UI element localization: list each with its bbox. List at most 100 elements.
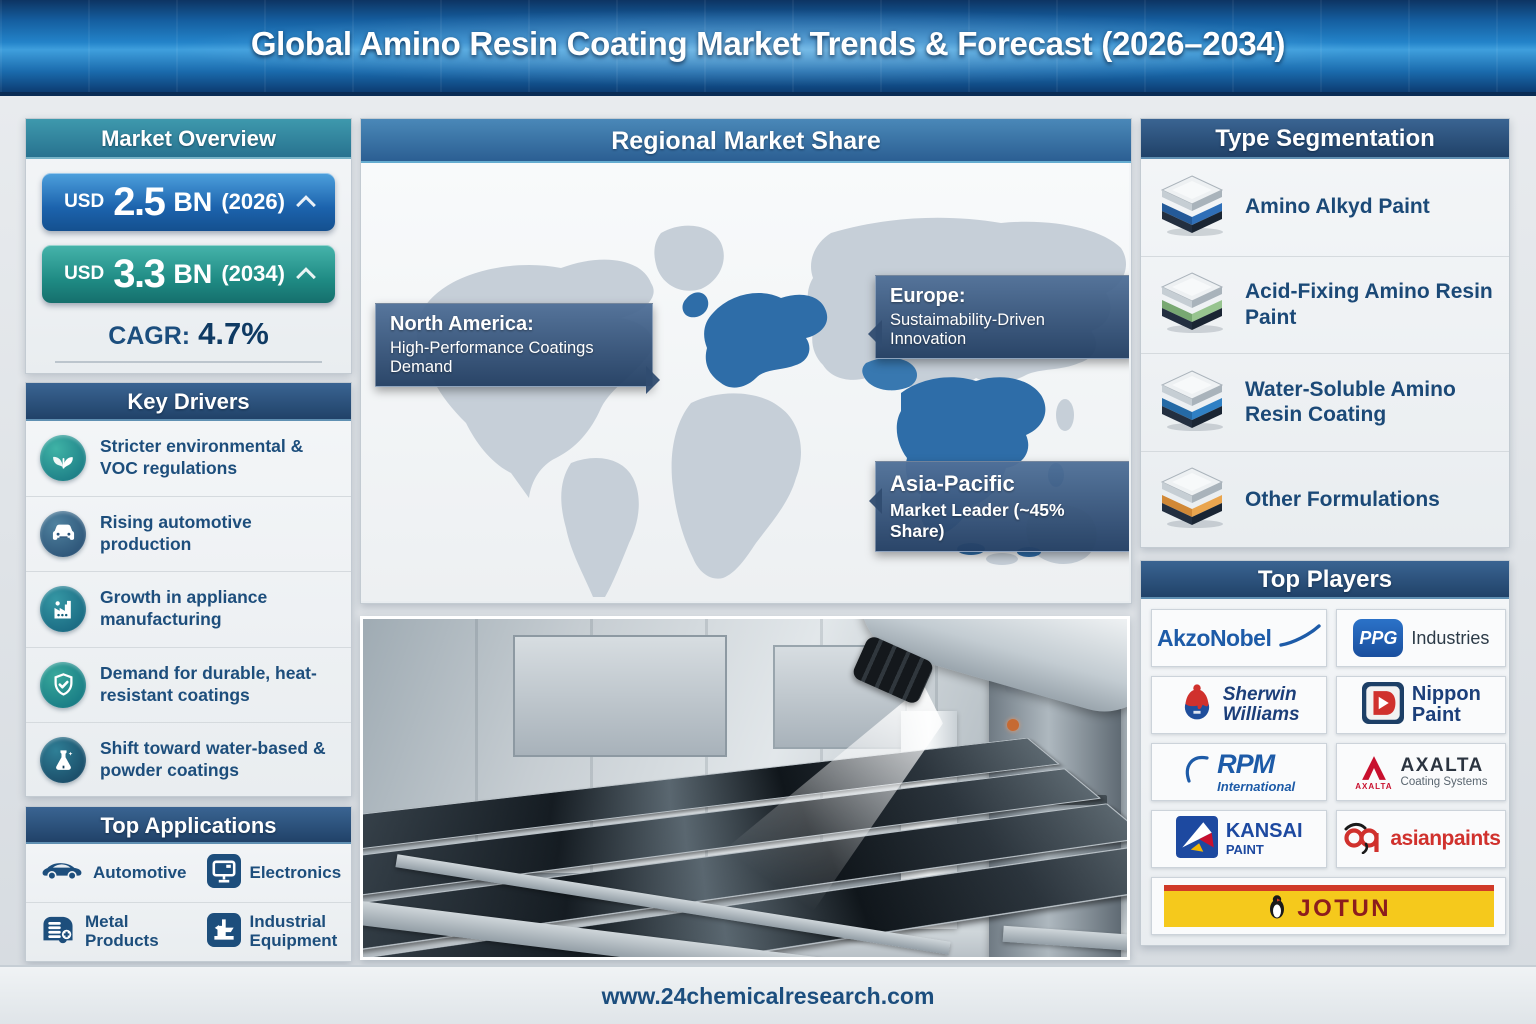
- axalta-logo-icon: AXALTA: [1355, 754, 1392, 791]
- player-name: Nippon: [1412, 684, 1481, 705]
- segment-label: Other Formulations: [1245, 487, 1440, 513]
- player-card-axalta: AXALTA AXALTA Coating Systems: [1336, 743, 1506, 801]
- player-name: KANSAI: [1226, 821, 1303, 842]
- player-card-kansai-paint: KANSAI PAINT: [1151, 810, 1327, 868]
- key-driver-item: Stricter environmental & VOC regulations: [26, 421, 351, 497]
- kansai-paint-logo-text: KANSAI PAINT: [1226, 821, 1303, 857]
- player-card-rpm: RPM International: [1151, 743, 1327, 801]
- segment-item: Water-Soluble Amino Resin Coating: [1141, 354, 1509, 452]
- year-label-2026: (2026): [221, 189, 285, 215]
- factory-icon: [40, 586, 86, 632]
- background-machine: [513, 635, 727, 757]
- market-overview-panel: Market Overview USD 2.5 BN (2026) USD 3.…: [25, 118, 352, 374]
- layer-stack-orange-icon: [1155, 466, 1229, 533]
- regional-heading: Regional Market Share: [361, 119, 1131, 163]
- segment-label: Acid-Fixing Amino Resin Paint: [1245, 279, 1495, 330]
- player-name-line2: Paint: [1412, 705, 1481, 726]
- key-driver-text: Rising automotive production: [100, 512, 337, 556]
- layer-stack-blue-icon: [1155, 174, 1229, 241]
- market-value-2026: 2.5: [113, 180, 164, 225]
- callout-text: Sustaimability-Driven Innovation: [890, 311, 1120, 349]
- segment-label: Amino Alkyd Paint: [1245, 194, 1430, 220]
- ppg-suffix: Industries: [1411, 628, 1489, 649]
- market-value-2026-button: USD 2.5 BN (2026): [42, 173, 335, 231]
- type-segmentation-panel: Type Segmentation Amino Alkyd Paint Acid…: [1140, 118, 1510, 548]
- footer-bar: www.24chemicalresearch.com: [0, 965, 1536, 1024]
- application-label: Metal Products: [85, 913, 187, 950]
- application-item: Electronics: [193, 844, 352, 903]
- player-name: AXALTA: [1401, 756, 1488, 777]
- player-card-jotun: JOTUN: [1151, 877, 1506, 935]
- rpm-logo-text: RPM International: [1217, 751, 1295, 794]
- player-card-asian-paints: asianpaints: [1336, 810, 1506, 868]
- segment-item: Amino Alkyd Paint: [1141, 159, 1509, 257]
- industrial-equipment-icon: [207, 913, 241, 952]
- cagr-label: CAGR:: [108, 322, 190, 350]
- application-label: Industrial Equipment: [250, 913, 346, 950]
- application-item: Automotive: [26, 844, 193, 903]
- monitor-icon: [207, 854, 241, 893]
- akzonobel-swoosh-icon: [1279, 623, 1321, 654]
- players-grid: AkzoNobel PPG Industries Sherwin William…: [1141, 599, 1509, 945]
- callout-region: Asia-Pacific: [890, 471, 1120, 497]
- key-driver-item: Rising automotive production: [26, 497, 351, 573]
- key-driver-item: Growth in appliance manufacturing: [26, 572, 351, 648]
- callout-text: High-Performance Coatings Demand: [390, 339, 638, 377]
- player-name: RPM: [1217, 751, 1295, 778]
- rpm-swoosh-icon: [1183, 753, 1209, 792]
- player-card-akzonobel: AkzoNobel: [1151, 609, 1327, 667]
- currency-label: USD: [64, 263, 104, 285]
- key-driver-item: Demand for durable, heat-resistant coati…: [26, 648, 351, 724]
- world-map: North America: High-Performance Coatings…: [361, 163, 1129, 601]
- akzonobel-logo-text: AkzoNobel: [1157, 625, 1271, 652]
- key-drivers-panel: Key Drivers Stricter environmental & VOC…: [25, 382, 352, 797]
- type-segmentation-heading: Type Segmentation: [1141, 119, 1509, 159]
- application-item: Metal Products: [26, 903, 193, 961]
- sherwin-williams-logo-icon: [1179, 683, 1215, 728]
- key-driver-text: Growth in appliance manufacturing: [100, 587, 337, 631]
- website-link[interactable]: www.24chemicalresearch.com: [602, 983, 935, 1010]
- callout-text: Market Leader (~45% Share): [890, 500, 1120, 542]
- nippon-paint-logo-text: Nippon Paint: [1412, 684, 1481, 726]
- flask-icon: [40, 737, 86, 783]
- market-overview-heading: Market Overview: [26, 119, 351, 159]
- key-driver-text: Demand for durable, heat-resistant coati…: [100, 663, 337, 707]
- asian-paints-logo-text: asianpaints: [1390, 827, 1500, 851]
- key-drivers-heading: Key Drivers: [26, 383, 351, 421]
- nippon-paint-logo-icon: [1362, 682, 1404, 729]
- indicator-light: [1007, 719, 1019, 731]
- asian-paints-logo-icon: [1342, 820, 1382, 859]
- unit-label: BN: [173, 259, 212, 290]
- car-icon: [40, 511, 86, 557]
- market-value-2034-button: USD 3.3 BN (2034): [42, 245, 335, 303]
- top-players-heading: Top Players: [1141, 561, 1509, 599]
- axalta-logo-text: AXALTA Coating Systems: [1401, 756, 1488, 789]
- divider: [55, 361, 322, 363]
- top-banner: Global Amino Resin Coating Market Trends…: [0, 0, 1536, 96]
- eco-leaf-icon: [40, 435, 86, 481]
- player-name-line2: Coating Systems: [1401, 776, 1488, 788]
- top-applications-panel: Top Applications Automotive Electronics …: [25, 806, 352, 962]
- player-card-ppg: PPG Industries: [1336, 609, 1506, 667]
- market-value-2034: 3.3: [113, 252, 164, 297]
- segment-item: Acid-Fixing Amino Resin Paint: [1141, 257, 1509, 355]
- sherwin-williams-logo-text: Sherwin Williams: [1223, 685, 1300, 725]
- top-applications-grid: Automotive Electronics Metal Products In…: [26, 844, 351, 961]
- currency-label: USD: [64, 191, 104, 213]
- metal-products-icon: [40, 913, 76, 952]
- car-side-icon: [40, 859, 84, 888]
- jotun-penguin-icon: [1266, 894, 1288, 925]
- shield-check-icon: [40, 662, 86, 708]
- callout-north-america: North America: High-Performance Coatings…: [375, 303, 653, 387]
- top-applications-heading: Top Applications: [26, 807, 351, 844]
- jotun-logo-text: JOTUN: [1297, 895, 1391, 923]
- coating-line-photo: [360, 616, 1130, 960]
- layer-stack-blue-icon: [1155, 369, 1229, 436]
- segment-item: Other Formulations: [1141, 452, 1509, 549]
- ppg-logo-icon: PPG: [1353, 619, 1403, 657]
- callout-asia-pacific: Asia-Pacific Market Leader (~45% Share): [875, 461, 1129, 552]
- layer-stack-green-icon: [1155, 271, 1229, 338]
- key-driver-text: Shift toward water-based & powder coatin…: [100, 738, 337, 782]
- key-driver-text: Stricter environmental & VOC regulations: [100, 436, 337, 480]
- up-arrow-icon: [296, 195, 316, 215]
